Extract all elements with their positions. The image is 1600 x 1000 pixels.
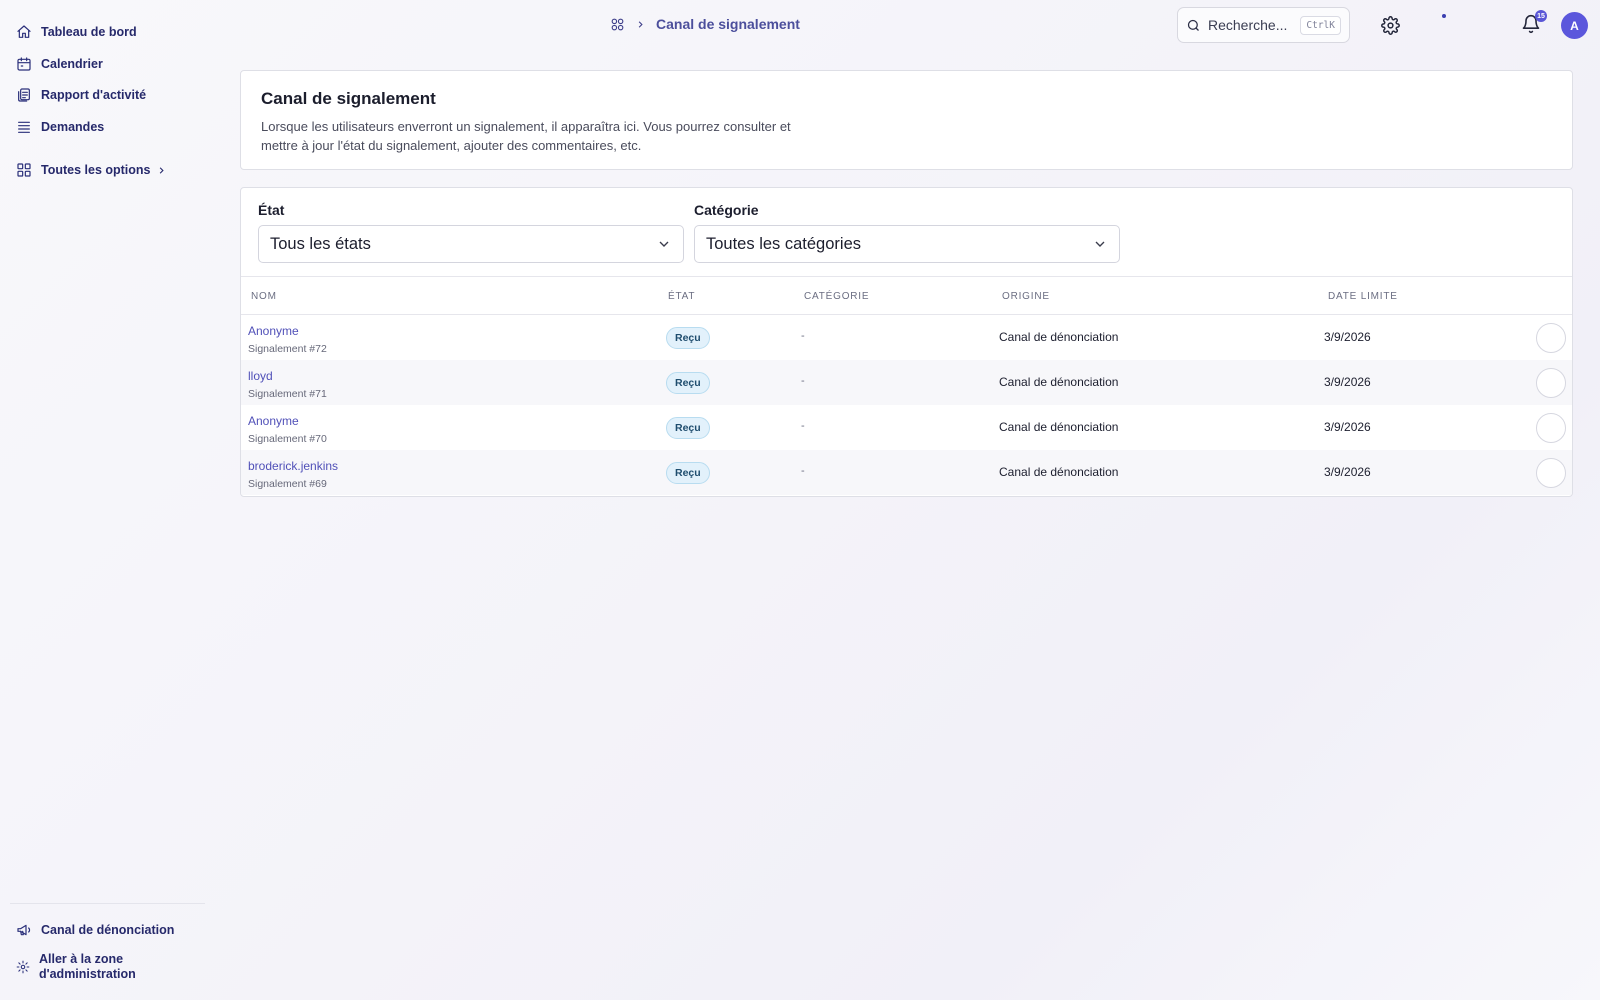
stack-icon [16, 119, 32, 135]
table-header: NOM ÉTAT CATÉGORIE ORIGINE DATE LIMITE [241, 277, 1572, 315]
row-action-button[interactable] [1536, 458, 1566, 488]
sidebar-item-requests[interactable]: Demandes [16, 119, 104, 135]
sidebar-item-dashboard[interactable]: Tableau de bord [16, 24, 137, 40]
category-filter-label: Catégorie [694, 202, 759, 218]
column-header-deadline[interactable]: DATE LIMITE [1328, 291, 1398, 302]
sidebar-item-label: Toutes les options [41, 163, 151, 177]
state-select-value: Tous les états [270, 234, 371, 253]
chevron-down-icon [1092, 236, 1108, 252]
sidebar-item-label: Rapport d'activité [41, 88, 147, 102]
sidebar: Tableau de bord Calendrier Rapport d'act… [0, 0, 210, 1000]
chevron-right-icon [156, 165, 167, 176]
search-input[interactable]: Recherche... CtrlK [1177, 7, 1350, 43]
report-reference: Signalement #69 [248, 478, 327, 490]
chevron-down-icon [656, 236, 672, 252]
notification-badge: 15 [1535, 10, 1547, 22]
table-row[interactable]: Anonyme Signalement #70 Reçu - Canal de … [241, 405, 1572, 450]
category-value: - [801, 375, 805, 387]
state-filter-label: État [258, 202, 285, 218]
deadline-value: 3/9/2026 [1324, 375, 1371, 389]
reporter-name[interactable]: Anonyme [248, 324, 299, 338]
grid-icon [16, 162, 32, 178]
search-placeholder: Recherche... [1208, 17, 1288, 33]
report-icon [16, 87, 32, 103]
sidebar-item-label: Tableau de bord [41, 25, 137, 39]
category-select-value: Toutes les catégories [706, 234, 862, 253]
deadline-value: 3/9/2026 [1324, 420, 1371, 434]
gear-icon [16, 959, 30, 975]
origin-value: Canal de dénonciation [999, 420, 1119, 434]
filters-bar: État Tous les états Catégorie Toutes les… [241, 188, 1572, 277]
status-dot [1442, 14, 1446, 18]
column-header-state[interactable]: ÉTAT [668, 291, 695, 302]
sidebar-item-label: Canal de dénonciation [41, 923, 175, 937]
category-filter: Catégorie Toutes les catégories [694, 202, 1120, 263]
sidebar-divider [10, 903, 205, 904]
report-reference: Signalement #70 [248, 433, 327, 445]
origin-value: Canal de dénonciation [999, 375, 1119, 389]
sidebar-item-all-options[interactable]: Toutes les options [16, 162, 167, 178]
state-filter: État Tous les états [258, 202, 684, 263]
home-icon [16, 24, 32, 40]
sidebar-item-calendar[interactable]: Calendrier [16, 56, 103, 72]
sidebar-item-whistleblowing[interactable]: Canal de dénonciation [16, 922, 174, 938]
search-shortcut: CtrlK [1300, 15, 1341, 35]
sidebar-item-admin[interactable]: Aller à la zone d'administration [16, 952, 149, 982]
table-row[interactable]: lloyd Signalement #71 Reçu - Canal de dé… [241, 360, 1572, 405]
sidebar-item-activity-report[interactable]: Rapport d'activité [16, 87, 146, 103]
category-value: - [801, 420, 805, 432]
deadline-value: 3/9/2026 [1324, 465, 1371, 479]
report-reference: Signalement #72 [248, 343, 327, 355]
table-row[interactable]: Anonyme Signalement #72 Reçu - Canal de … [241, 315, 1572, 360]
status-badge: Reçu [666, 372, 710, 394]
category-value: - [801, 465, 805, 477]
settings-icon[interactable] [1379, 14, 1401, 36]
reporter-name[interactable]: lloyd [248, 369, 273, 383]
column-header-category[interactable]: CATÉGORIE [804, 291, 869, 302]
table-row[interactable]: broderick.jenkins Signalement #69 Reçu -… [241, 450, 1572, 495]
row-action-button[interactable] [1536, 368, 1566, 398]
deadline-value: 3/9/2026 [1324, 330, 1371, 344]
avatar[interactable]: A [1561, 12, 1588, 39]
apps-grid-icon[interactable] [610, 17, 625, 32]
column-header-name[interactable]: NOM [251, 291, 277, 302]
column-header-origin[interactable]: ORIGINE [1002, 291, 1050, 302]
status-badge: Reçu [666, 462, 710, 484]
sidebar-item-label: Calendrier [41, 57, 103, 71]
category-value: - [801, 330, 805, 342]
row-action-button[interactable] [1536, 413, 1566, 443]
megaphone-icon [16, 922, 32, 938]
calendar-icon [16, 56, 32, 72]
state-select[interactable]: Tous les états [258, 225, 684, 263]
chevron-right-icon [635, 19, 646, 30]
origin-value: Canal de dénonciation [999, 330, 1119, 344]
sidebar-item-label: Aller à la zone d'administration [39, 952, 136, 981]
status-badge: Reçu [666, 417, 710, 439]
section-title: Canal de signalement [261, 89, 436, 108]
breadcrumb: Canal de signalement [610, 16, 800, 32]
row-action-button[interactable] [1536, 323, 1566, 353]
reporter-name[interactable]: broderick.jenkins [248, 459, 338, 473]
reporter-name[interactable]: Anonyme [248, 414, 299, 428]
status-badge: Reçu [666, 327, 710, 349]
category-select[interactable]: Toutes les catégories [694, 225, 1120, 263]
intro-card: Canal de signalement Lorsque les utilisa… [240, 70, 1573, 170]
search-icon [1186, 18, 1201, 33]
reports-card: État Tous les états Catégorie Toutes les… [240, 187, 1573, 497]
report-reference: Signalement #71 [248, 388, 327, 400]
page-title: Canal de signalement [656, 16, 800, 32]
sidebar-item-label: Demandes [41, 120, 105, 134]
origin-value: Canal de dénonciation [999, 465, 1119, 479]
section-description: Lorsque les utilisateurs enverront un si… [261, 119, 791, 153]
